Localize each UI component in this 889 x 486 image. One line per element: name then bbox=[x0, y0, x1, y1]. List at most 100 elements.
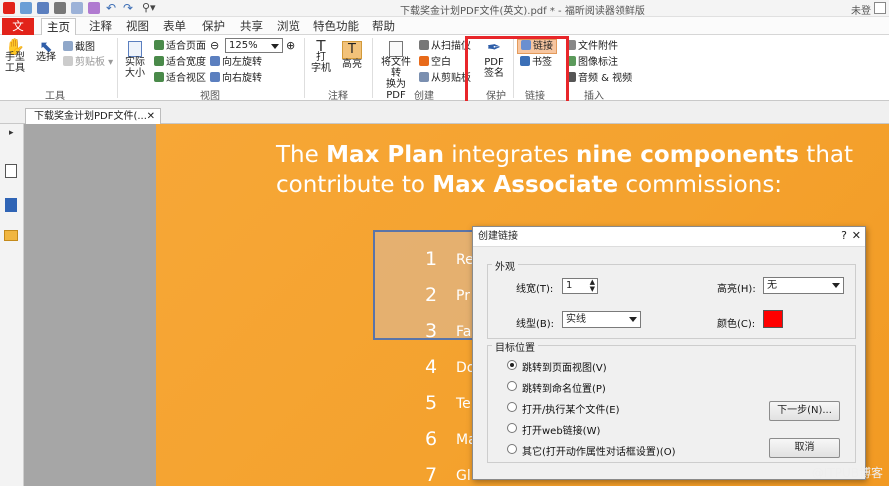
rotate-left-button[interactable]: 向左旋转 bbox=[210, 56, 262, 69]
tool-icon[interactable] bbox=[88, 2, 100, 14]
target-option-radio[interactable] bbox=[507, 360, 517, 370]
headline-segment: commissions: bbox=[618, 172, 783, 198]
highlight-button[interactable]: T 高亮 bbox=[339, 41, 365, 70]
save-icon[interactable] bbox=[37, 2, 49, 14]
expand-panel-icon[interactable]: ▸ bbox=[9, 128, 14, 138]
select-button[interactable]: ⬉ 选择 bbox=[35, 39, 57, 64]
scanner-icon bbox=[419, 40, 429, 50]
fit-page-icon bbox=[154, 40, 164, 50]
target-option-label[interactable]: 其它(打开动作属性对话框设置)(O) bbox=[522, 443, 675, 458]
redo-icon[interactable]: ↷ bbox=[123, 1, 133, 15]
zoom-in-icon[interactable]: ⊕ bbox=[286, 39, 295, 52]
page-headline: The Max Plan integrates nine components … bbox=[276, 140, 853, 200]
layers-icon[interactable] bbox=[5, 198, 17, 212]
rotate-right-button[interactable]: 向右旋转 bbox=[210, 72, 262, 85]
cancel-button[interactable]: 取消 bbox=[769, 438, 840, 458]
target-legend: 目标位置 bbox=[492, 339, 538, 354]
watermark: @ITPUB博客 bbox=[811, 466, 883, 480]
typewriter-button[interactable]: T 打 字机 bbox=[310, 37, 332, 75]
file-attachment-button[interactable]: 文件附件 bbox=[566, 40, 618, 53]
fit-width-button[interactable]: 适合宽度 bbox=[154, 56, 206, 69]
pages-icon[interactable] bbox=[5, 164, 17, 178]
blank-button[interactable]: 空白 bbox=[419, 56, 451, 69]
undo-icon[interactable]: ↶ bbox=[106, 1, 116, 15]
clipboard-button[interactable]: 剪贴板 ▾ bbox=[63, 56, 113, 69]
list-item-number: 6 bbox=[424, 428, 438, 450]
typewriter-icon: T bbox=[316, 37, 326, 55]
headline-segment: Max Associate bbox=[432, 172, 619, 198]
target-option-label[interactable]: 打开/执行某个文件(E) bbox=[522, 401, 620, 416]
headline-segment: nine components bbox=[576, 142, 799, 168]
highlight-box bbox=[465, 36, 569, 106]
from-scanner-button[interactable]: 从扫描仪 bbox=[419, 40, 471, 53]
list-item-text: Gl bbox=[456, 468, 471, 484]
menu-help[interactable]: 帮助 bbox=[367, 18, 400, 35]
hand-tool-button[interactable]: ✋ 手型 工具 bbox=[4, 39, 26, 75]
list-item-text: Te bbox=[456, 396, 471, 412]
snapshot-button[interactable]: 截图 bbox=[63, 41, 95, 54]
camera-icon bbox=[63, 41, 73, 51]
menu-view[interactable]: 视图 bbox=[121, 18, 154, 35]
from-clipboard-button[interactable]: 从剪贴板 bbox=[419, 72, 471, 85]
app-logo-icon bbox=[3, 2, 15, 14]
image-annotation-button[interactable]: 图像标注 bbox=[566, 56, 618, 69]
spinner-arrows-icon[interactable]: ▲ ▼ bbox=[590, 279, 595, 293]
ribbon: ✋ 手型 工具 ⬉ 选择 截图 剪贴板 ▾ 工具 实际 大小 适合页面 适合宽度… bbox=[0, 35, 889, 102]
target-option-label[interactable]: 打开web链接(W) bbox=[522, 422, 600, 437]
group-comment-label: 注释 bbox=[328, 91, 348, 102]
target-option-radio[interactable] bbox=[507, 423, 517, 433]
list-item-number: 5 bbox=[424, 392, 438, 414]
print-icon[interactable] bbox=[54, 2, 66, 14]
document-tab[interactable]: 下载奖金计划PDF文件(... ✕ bbox=[25, 108, 161, 125]
fit-visible-button[interactable]: 适合视区 bbox=[154, 72, 206, 85]
menu-comment[interactable]: 注释 bbox=[84, 18, 117, 35]
page-icon bbox=[128, 41, 142, 57]
highlight-select[interactable]: 无 bbox=[763, 277, 844, 294]
open-icon[interactable] bbox=[20, 2, 32, 14]
group-tools-label: 工具 bbox=[45, 91, 65, 102]
comments-icon[interactable] bbox=[4, 230, 18, 241]
width-spinner[interactable]: 1 ▲ ▼ bbox=[562, 278, 598, 294]
headline-line: contribute to Max Associate commissions: bbox=[276, 170, 853, 200]
menu-form[interactable]: 表单 bbox=[158, 18, 191, 35]
customize-icon[interactable]: ⚲▾ bbox=[142, 1, 156, 14]
target-option-label[interactable]: 跳转到页面视图(V) bbox=[522, 359, 607, 374]
chevron-down-icon bbox=[629, 317, 637, 322]
next-button[interactable]: 下一步(N)... bbox=[769, 401, 840, 421]
close-icon[interactable]: ✕ bbox=[852, 229, 861, 242]
headline-segment: The bbox=[276, 142, 327, 168]
menu-protect[interactable]: 保护 bbox=[197, 18, 230, 35]
menu-browse[interactable]: 浏览 bbox=[272, 18, 305, 35]
page-margin bbox=[24, 124, 156, 486]
menu-file[interactable]: 文件 bbox=[2, 18, 34, 49]
audio-video-button[interactable]: 音频 & 视频 bbox=[566, 72, 632, 85]
separator bbox=[304, 38, 305, 98]
new-icon[interactable] bbox=[71, 2, 83, 14]
target-option-radio[interactable] bbox=[507, 381, 517, 391]
target-option-radio[interactable] bbox=[507, 402, 517, 412]
convert-to-pdf-button[interactable]: 将文件转 换为PDF bbox=[377, 41, 415, 101]
login-link[interactable]: 未登 bbox=[851, 2, 871, 17]
create-link-dialog: 创建链接 ? ✕ 外观 线宽(T): 1 ▲ ▼ 高亮(H): 无 线型(B): 实… bbox=[472, 226, 866, 480]
fit-page-button[interactable]: 适合页面 bbox=[154, 40, 206, 53]
help-icon[interactable]: ? bbox=[841, 229, 847, 242]
actual-size-button[interactable]: 实际 大小 bbox=[123, 41, 147, 79]
headline-segment: contribute to bbox=[276, 172, 433, 198]
dialog-title: 创建链接 bbox=[473, 227, 865, 247]
target-option-label[interactable]: 跳转到命名位置(P) bbox=[522, 380, 606, 395]
menu-features[interactable]: 特色功能 bbox=[308, 18, 364, 35]
list-item-number: 2 bbox=[424, 284, 438, 306]
zoom-select[interactable]: 125% bbox=[225, 38, 283, 53]
style-select[interactable]: 实线 bbox=[562, 311, 641, 328]
target-option-radio[interactable] bbox=[507, 444, 517, 454]
menu-home[interactable]: 主页 bbox=[41, 18, 76, 35]
color-picker[interactable] bbox=[763, 310, 783, 328]
highlight-label: 高亮(H): bbox=[717, 284, 756, 295]
rotate-left-icon bbox=[210, 56, 220, 66]
chevron-down-icon bbox=[271, 44, 279, 49]
zoom-out-icon[interactable]: ⊖ bbox=[210, 39, 219, 52]
menu-share[interactable]: 共享 bbox=[235, 18, 268, 35]
appearance-legend: 外观 bbox=[492, 258, 518, 273]
restore-icon[interactable] bbox=[874, 2, 886, 14]
close-icon[interactable]: ✕ bbox=[147, 109, 155, 125]
